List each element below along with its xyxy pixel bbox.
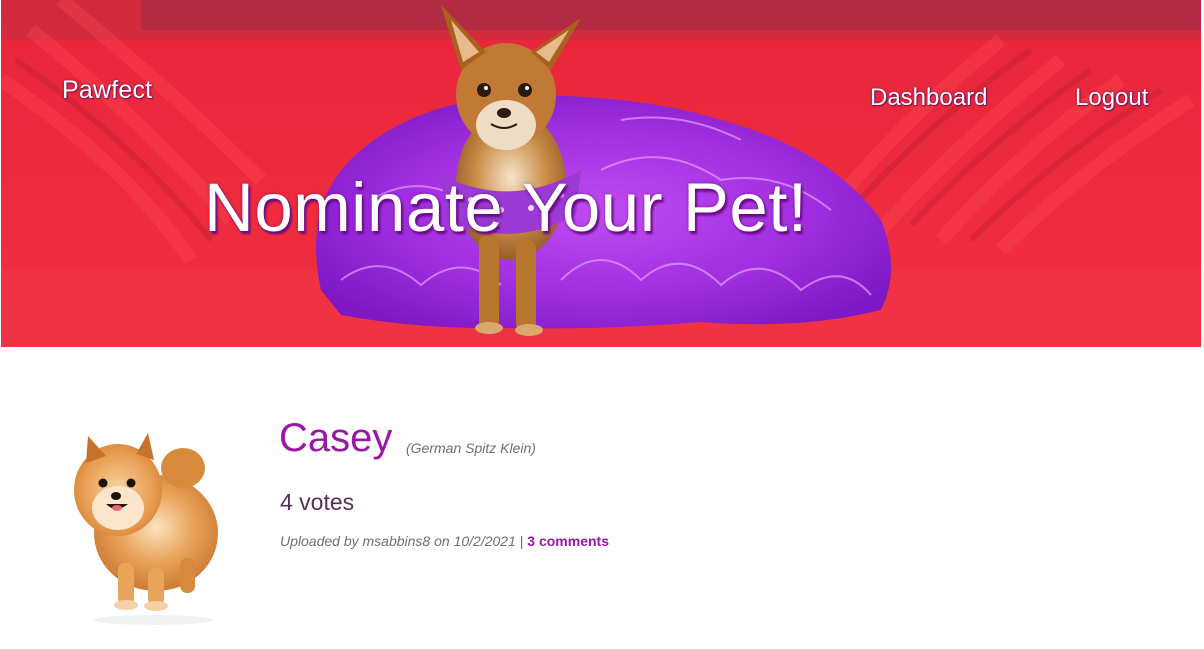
pet-photo[interactable] bbox=[58, 428, 238, 628]
nav-dashboard-link[interactable]: Dashboard bbox=[870, 84, 987, 112]
hero-banner: Pawfect Dashboard Logout Nominate Your P… bbox=[1, 0, 1201, 347]
pet-name-link[interactable]: Casey bbox=[279, 416, 392, 461]
comments-link[interactable]: 3 comments bbox=[527, 533, 609, 549]
nav-logout-link[interactable]: Logout bbox=[1075, 84, 1148, 112]
on-label: on bbox=[434, 533, 450, 549]
pet-breed: (German Spitz Klein) bbox=[406, 440, 536, 456]
upload-date: 10/2/2021 bbox=[453, 533, 516, 549]
vote-count: 4 votes bbox=[280, 489, 355, 515]
brand-link[interactable]: Pawfect bbox=[62, 76, 152, 105]
hero-title: Nominate Your Pet! bbox=[204, 169, 808, 246]
uploaded-by-label: Uploaded by bbox=[280, 533, 359, 549]
upload-meta: Uploaded by msabbins8 on 10/2/2021 | 3 c… bbox=[280, 533, 609, 549]
uploader-name: msabbins8 bbox=[362, 533, 431, 549]
meta-separator: | bbox=[519, 533, 524, 549]
